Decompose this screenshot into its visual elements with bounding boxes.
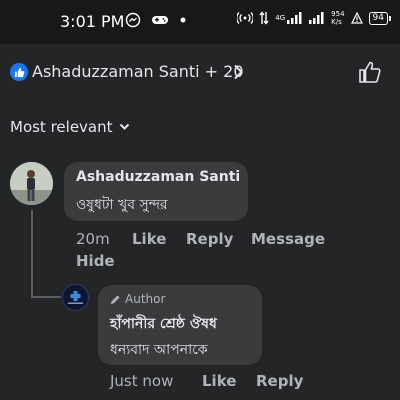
pencil-icon — [111, 295, 120, 304]
commenter-name[interactable]: Ashaduzzaman Santi — [76, 169, 240, 185]
sort-dropdown[interactable]: Most relevant — [10, 118, 130, 136]
reply-actions: Just now Like Reply — [110, 372, 390, 392]
warning-icon — [350, 12, 363, 24]
signal-icon — [287, 12, 302, 24]
battery-indicator: 94 — [368, 11, 392, 25]
hide-comment-button[interactable]: Hide — [76, 252, 115, 270]
signal-icon-secondary — [309, 12, 324, 24]
author-badge-label: Author — [125, 292, 166, 306]
comment-bubble[interactable]: Ashaduzzaman Santi ওষুধটা খুব সুন্দর — [64, 162, 248, 221]
reply-author-name[interactable]: হাঁপানীর শ্রেষ্ঠ ঔষধ — [110, 312, 217, 336]
reply-comment-button[interactable]: Reply — [186, 230, 233, 248]
chevron-right-icon[interactable] — [232, 64, 244, 80]
commenter-avatar[interactable] — [10, 162, 53, 205]
like-badge-icon — [10, 63, 28, 81]
like-comment-button[interactable]: Like — [132, 230, 166, 248]
messenger-icon — [125, 12, 141, 28]
reactions-summary[interactable]: Ashaduzzaman Santi + 20 — [32, 62, 244, 81]
network-speed-value: 954 — [331, 10, 345, 18]
like-reply-button[interactable]: Like — [202, 372, 236, 390]
message-commenter-button[interactable]: Message — [251, 230, 325, 248]
author-badge: Author — [110, 292, 165, 306]
chevron-down-icon — [119, 123, 129, 130]
like-button-icon[interactable] — [358, 60, 382, 84]
hotspot-icon — [237, 12, 254, 24]
network-speed: 954 K/s — [331, 10, 344, 26]
comment-text: ওষুধটা খুব সুন্দর — [76, 197, 168, 213]
thread-line — [31, 210, 33, 298]
status-bar: 3:01 PM 4G 954 K/s 94 — [0, 0, 400, 44]
network-speed-unit: K/s — [331, 18, 342, 26]
page-avatar[interactable] — [62, 284, 89, 311]
reply-text: ধন্যবাদ আপনাকে — [110, 342, 208, 358]
reply-bubble[interactable]: Author হাঁপানীর শ্রেষ্ঠ ঔষধ ধন্যবাদ আপনা… — [98, 285, 262, 365]
comment-timestamp: 20m — [76, 230, 110, 248]
reply-timestamp: Just now — [110, 372, 174, 390]
network-type: 4G — [275, 14, 286, 22]
dot-icon — [180, 17, 186, 23]
data-transfer-icon — [259, 11, 269, 25]
game-controller-icon — [152, 16, 168, 24]
reply-reply-button[interactable]: Reply — [256, 372, 303, 390]
status-time: 3:01 PM — [60, 12, 125, 31]
sort-label: Most relevant — [10, 118, 113, 136]
status-right-icons: 4G 954 K/s 94 — [237, 10, 392, 26]
reactions-header[interactable]: Ashaduzzaman Santi + 20 — [0, 52, 400, 92]
thread-line-branch — [31, 296, 61, 298]
status-left-icons — [125, 12, 187, 28]
comment-actions: 20m Like Reply Message — [76, 230, 396, 250]
